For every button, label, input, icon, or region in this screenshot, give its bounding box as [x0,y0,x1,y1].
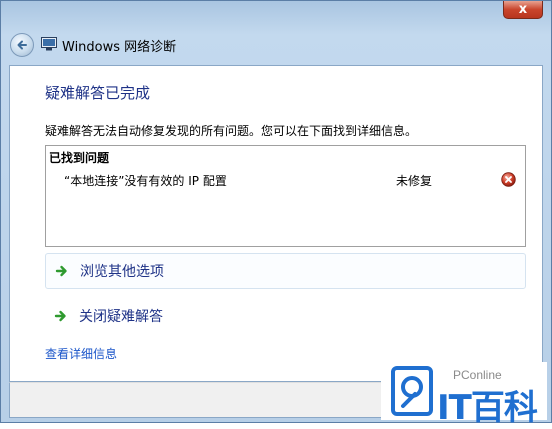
problem-name[interactable]: “本地连接”没有有效的 IP 配置 [64,172,227,189]
problem-status: 未修复 [396,174,433,188]
close-troubleshooting-button[interactable]: 关闭疑难解答 [45,298,526,334]
close-icon: x [518,2,528,17]
content-pane: 疑难解答已完成 疑难解答无法自动修复发现的所有问题。您可以在下面找到详细信息。 … [9,65,543,382]
close-troubleshooting-label: 关闭疑难解答 [79,309,163,325]
page-heading: 疑难解答已完成 [45,84,151,102]
green-arrow-icon [55,265,67,277]
problems-panel: 已找到问题 “本地连接”没有有效的 IP 配置 未修复 [45,145,526,247]
error-icon [501,172,516,187]
pconline-logo-icon [391,366,433,416]
window-title: Windows 网络诊断 [62,40,177,55]
back-arrow-icon [17,40,27,50]
watermark: PConline IT百科 [381,362,547,428]
back-button[interactable] [10,33,34,57]
browse-other-options-label: 浏览其他选项 [80,264,164,280]
view-details-link[interactable]: 查看详细信息 [45,345,117,362]
watermark-big-text: IT百科 [437,388,538,428]
network-diagnostics-icon [41,37,57,51]
browse-other-options-button[interactable]: 浏览其他选项 [45,253,526,289]
problems-header: 已找到问题 [49,151,110,165]
green-arrow-icon [54,310,66,322]
diagnostics-window: x Windows 网络诊断 疑难解答已完成 疑难解答无法自动修复发现的所有问题… [0,0,552,423]
close-button[interactable]: x [503,1,543,19]
page-description: 疑难解答无法自动修复发现的所有问题。您可以在下面找到详细信息。 [45,124,418,138]
